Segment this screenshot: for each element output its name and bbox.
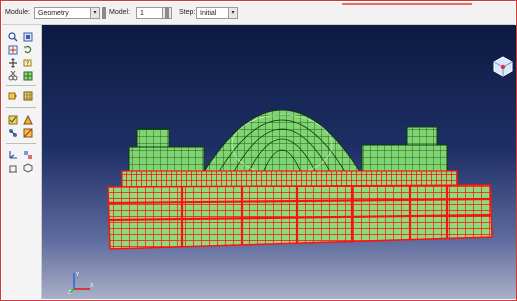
zoom-icon[interactable] <box>8 32 18 42</box>
triad-y-label: Y <box>75 272 80 278</box>
module-value: Geometry <box>38 10 69 17</box>
display-group-icon[interactable] <box>23 150 33 160</box>
module-label: Module: <box>5 9 30 16</box>
model-value: 1 <box>140 10 144 17</box>
model-viewport[interactable]: Y X Z <box>42 25 516 299</box>
tool-palette: ? <box>2 25 42 299</box>
node-edit-icon[interactable] <box>8 128 18 138</box>
axis-triad: Y X Z <box>68 272 94 295</box>
mesh-seed-icon[interactable] <box>23 71 33 81</box>
mesh-part-icon[interactable] <box>23 91 33 101</box>
separator <box>165 7 169 19</box>
query-icon[interactable]: ? <box>23 58 33 68</box>
view-cube-icon[interactable] <box>492 55 514 79</box>
model-label: Model: <box>109 9 131 16</box>
mesh-model <box>107 109 493 250</box>
pan-icon[interactable] <box>8 58 18 68</box>
triad-icon[interactable] <box>8 150 18 160</box>
context-toolbar: Module: Geometry ▾ Model: 1 ▾ Step: Init… <box>2 2 515 25</box>
verify-mesh-icon[interactable] <box>8 115 18 125</box>
left-wing <box>128 146 205 174</box>
chevron-down-icon: ▾ <box>228 8 237 18</box>
step-value: Initial <box>200 10 217 17</box>
application-window: Module: Geometry ▾ Model: 1 ▾ Step: Init… <box>0 0 517 301</box>
element-type-icon[interactable] <box>23 115 33 125</box>
palette-separator <box>6 107 36 108</box>
step-label: Step: <box>179 9 196 16</box>
partition-icon[interactable] <box>23 128 33 138</box>
chevron-down-icon: ▾ <box>90 8 99 18</box>
palette-separator <box>6 143 36 144</box>
fit-view-icon[interactable] <box>8 45 18 55</box>
step-select[interactable]: Initial ▾ <box>196 7 238 19</box>
svg-text:?: ? <box>26 61 29 68</box>
box-zoom-icon[interactable] <box>23 32 33 42</box>
rotate-icon[interactable] <box>23 45 33 55</box>
triad-x-label: X <box>90 283 94 289</box>
view-iso-icon[interactable] <box>23 163 33 173</box>
palette-separator <box>6 85 36 86</box>
module-select[interactable]: Geometry ▾ <box>34 7 100 19</box>
assign-mesh-icon[interactable] <box>8 91 18 101</box>
title-accent-line <box>342 3 472 5</box>
right-wing <box>361 144 448 174</box>
triad-z-label: Z <box>68 290 72 295</box>
separator <box>102 7 106 19</box>
cut-icon[interactable] <box>8 71 18 81</box>
view-front-icon[interactable] <box>8 163 18 173</box>
